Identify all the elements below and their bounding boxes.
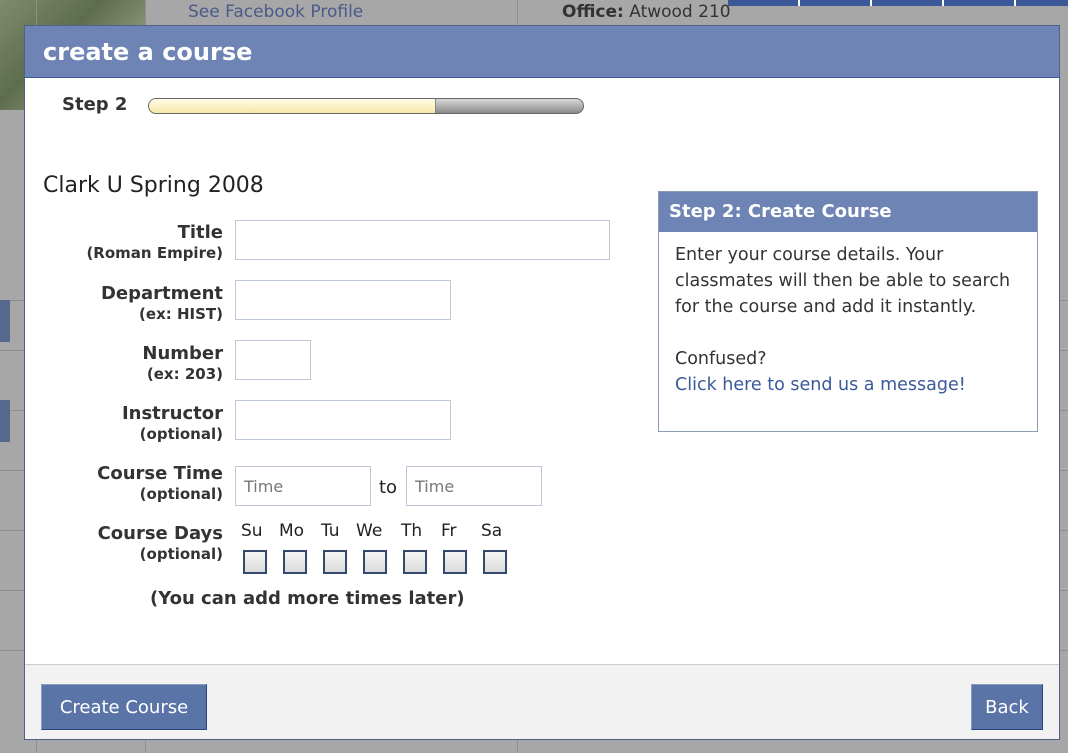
day-checkbox-we[interactable]	[363, 550, 387, 574]
create-course-dialog: create a course Step 2 Clark U Spring 20…	[24, 25, 1060, 740]
help-heading: Step 2: Create Course	[659, 192, 1037, 232]
day-label-mo: Mo	[279, 521, 305, 541]
bg-nav-tab	[0, 400, 10, 442]
day-checkbox-su[interactable]	[243, 550, 267, 574]
step-label: Step 2	[62, 94, 128, 115]
facebook-profile-link[interactable]: See Facebook Profile	[188, 2, 363, 22]
bg-nav-tab	[0, 300, 10, 342]
day-checkbox-fr[interactable]	[443, 550, 467, 574]
day-checkbox-tu[interactable]	[323, 550, 347, 574]
department-hint: (ex: HIST)	[139, 305, 223, 323]
title-label: Title (Roman Empire)	[86, 223, 223, 263]
instructor-hint: (optional)	[139, 425, 223, 443]
course-time-label: Course Time (optional)	[97, 464, 223, 504]
course-time-label-text: Course Time	[97, 463, 223, 484]
send-message-link[interactable]: Click here to send us a message!	[675, 375, 966, 395]
instructor-label-text: Instructor	[121, 403, 223, 424]
course-time-hint: (optional)	[139, 485, 223, 503]
help-confused: Confused?	[675, 349, 767, 369]
office-info: Office: Atwood 210	[562, 2, 731, 22]
progress-bar	[148, 98, 584, 114]
help-spacer	[675, 320, 1021, 346]
number-hint: (ex: 203)	[146, 365, 223, 383]
course-time-end-input[interactable]	[406, 466, 542, 506]
day-label-su: Su	[241, 521, 263, 541]
day-label-th: Th	[401, 521, 423, 541]
course-days-label: Course Days (optional)	[98, 524, 223, 564]
dialog-footer: Create Course Back	[25, 664, 1059, 739]
create-course-button[interactable]: Create Course	[41, 684, 207, 730]
course-days-hint: (optional)	[139, 545, 223, 563]
number-label: Number (ex: 203)	[142, 344, 223, 384]
more-times-note: (You can add more times later)	[150, 588, 465, 609]
instructor-input[interactable]	[235, 400, 451, 440]
dialog-body: Step 2 Clark U Spring 2008 Title (Roman …	[25, 78, 1059, 666]
dialog-title: create a course	[25, 26, 1059, 78]
day-checkbox-sa[interactable]	[483, 550, 507, 574]
course-days-label-text: Course Days	[97, 523, 223, 544]
help-body: Enter your course details. Your classmat…	[675, 245, 1011, 317]
day-label-sa: Sa	[481, 521, 503, 541]
number-label-text: Number	[142, 343, 223, 364]
time-separator: to	[379, 477, 398, 498]
office-label: Office:	[562, 2, 624, 22]
day-label-we: We	[356, 521, 383, 541]
number-input[interactable]	[235, 340, 311, 380]
day-label-tu: Tu	[321, 521, 340, 541]
top-nav-tabs[interactable]	[728, 0, 1068, 6]
instructor-label: Instructor (optional)	[122, 404, 223, 444]
course-time-start-input[interactable]	[235, 466, 371, 506]
title-label-text: Title	[177, 222, 223, 243]
progress-fill	[149, 99, 437, 113]
office-value: Atwood 210	[629, 2, 731, 22]
department-input[interactable]	[235, 280, 451, 320]
school-term: Clark U Spring 2008	[43, 173, 264, 198]
help-box: Step 2: Create Course Enter your course …	[658, 191, 1038, 432]
back-button[interactable]: Back	[971, 684, 1043, 730]
day-checkbox-th[interactable]	[403, 550, 427, 574]
title-input[interactable]	[235, 220, 610, 260]
day-checkbox-mo[interactable]	[283, 550, 307, 574]
help-text: Enter your course details. Your classmat…	[659, 232, 1037, 398]
title-hint: (Roman Empire)	[86, 244, 223, 262]
department-label: Department (ex: HIST)	[101, 284, 223, 324]
department-label-text: Department	[100, 283, 223, 304]
day-label-fr: Fr	[441, 521, 457, 541]
